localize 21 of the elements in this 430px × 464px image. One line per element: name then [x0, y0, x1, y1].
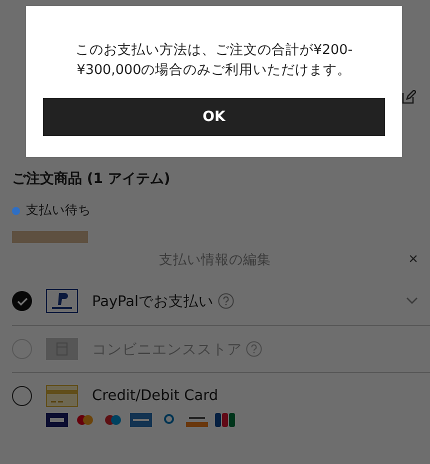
payment-method-label[interactable]: Credit/Debit Card [92, 388, 218, 404]
card-logo-icon [130, 413, 152, 427]
radio-button[interactable] [12, 386, 32, 406]
paypal-logo-icon [46, 289, 78, 313]
check-icon [16, 296, 28, 306]
section-heading: ご注文商品 (1 アイテム) [12, 170, 172, 188]
dialog-message: このお支払い方法は、ご注文の合計が¥200-¥300,000の場合のみご利用いただけます。 [74, 41, 354, 80]
card-logo-icon [214, 413, 236, 427]
card-logo-icon [74, 413, 96, 427]
credit-card-icon [46, 385, 78, 407]
status-label: 支払い待ち [26, 202, 91, 219]
help-icon[interactable] [218, 293, 234, 309]
payment-method-label[interactable]: PayPalでお支払い [92, 292, 214, 310]
card-logo-icon [46, 413, 68, 427]
chevron-down-icon[interactable] [406, 297, 418, 305]
edit-icon[interactable] [402, 90, 416, 104]
close-button[interactable]: × [406, 251, 420, 269]
checked-radio[interactable] [12, 291, 32, 311]
card-logo-icon [102, 413, 124, 427]
store-icon [46, 338, 78, 360]
ok-button[interactable]: OK [43, 98, 385, 136]
